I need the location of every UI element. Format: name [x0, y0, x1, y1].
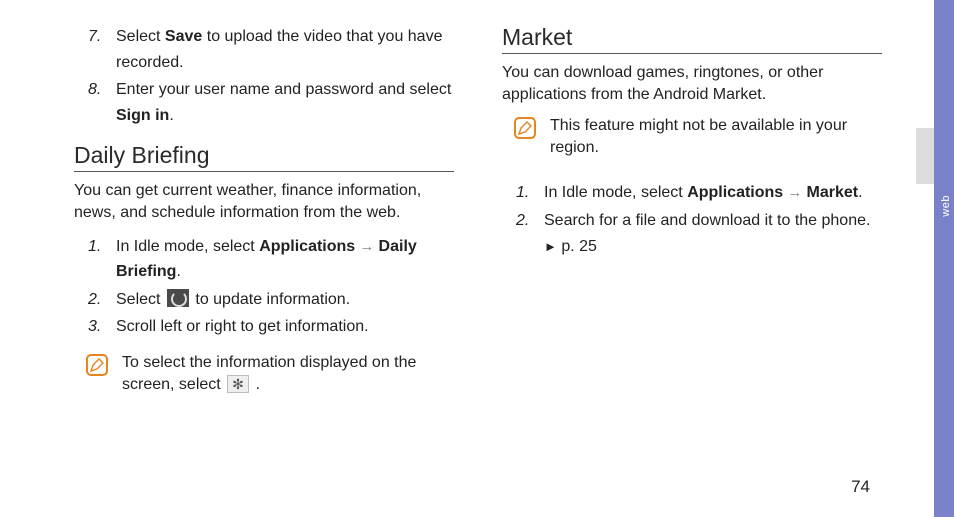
note-text: This feature might not be available in y… — [550, 115, 882, 158]
note-text: To select the information displayed on t… — [122, 352, 454, 395]
text: In Idle mode, select — [544, 184, 687, 201]
bold: Applications — [687, 184, 783, 201]
step-2: Select to update information. — [74, 287, 454, 313]
text: Enter your user name and password and se… — [116, 81, 451, 98]
note-box: This feature might not be available in y… — [514, 115, 882, 158]
gear-icon — [227, 375, 249, 393]
heading-market: Market — [502, 24, 882, 54]
right-column: Market You can download games, ringtones… — [482, 24, 902, 517]
manual-page: Select Save to upload the video that you… — [0, 0, 954, 517]
text: Select — [116, 28, 165, 45]
refresh-icon — [167, 289, 189, 307]
text: . — [858, 184, 862, 201]
note-pencil-icon — [514, 117, 536, 139]
intro-text: You can get current weather, finance inf… — [74, 180, 454, 223]
note-pencil-icon — [86, 354, 108, 376]
step-3: Scroll left or right to get information. — [74, 314, 454, 340]
bold: Save — [165, 28, 202, 45]
text: . — [251, 376, 260, 393]
daily-briefing-steps: In Idle mode, select Applications → Dail… — [74, 234, 454, 340]
step-2: Search for a file and download it to the… — [502, 208, 882, 259]
text: In Idle mode, select — [116, 238, 259, 255]
arrow-icon: → — [783, 184, 806, 201]
continued-steps-list: Select Save to upload the video that you… — [74, 24, 454, 128]
text: Select — [116, 291, 165, 308]
text: to update information. — [191, 291, 350, 308]
page-number: 74 — [851, 477, 870, 497]
side-tab — [934, 0, 954, 517]
step-1: In Idle mode, select Applications → Mark… — [502, 180, 882, 206]
text: p. 25 — [557, 238, 597, 255]
bold: Market — [807, 184, 859, 201]
bold: Sign in — [116, 107, 169, 124]
side-tab-label: web — [940, 195, 952, 217]
text: . — [169, 107, 173, 124]
bold: Applications — [259, 238, 355, 255]
step-1: In Idle mode, select Applications → Dail… — [74, 234, 454, 285]
step-8: Enter your user name and password and se… — [74, 77, 454, 128]
heading-daily-briefing: Daily Briefing — [74, 142, 454, 172]
triangle-icon: ► — [544, 239, 557, 254]
left-column: Select Save to upload the video that you… — [54, 24, 474, 517]
intro-text: You can download games, ringtones, or ot… — [502, 62, 882, 105]
step-7: Select Save to upload the video that you… — [74, 24, 454, 75]
note-box: To select the information displayed on t… — [86, 352, 454, 395]
market-steps: In Idle mode, select Applications → Mark… — [502, 180, 882, 259]
text: . — [176, 263, 180, 280]
text: Search for a file and download it to the… — [544, 212, 870, 229]
text: To select the information displayed on t… — [122, 354, 416, 393]
arrow-icon: → — [355, 238, 378, 255]
